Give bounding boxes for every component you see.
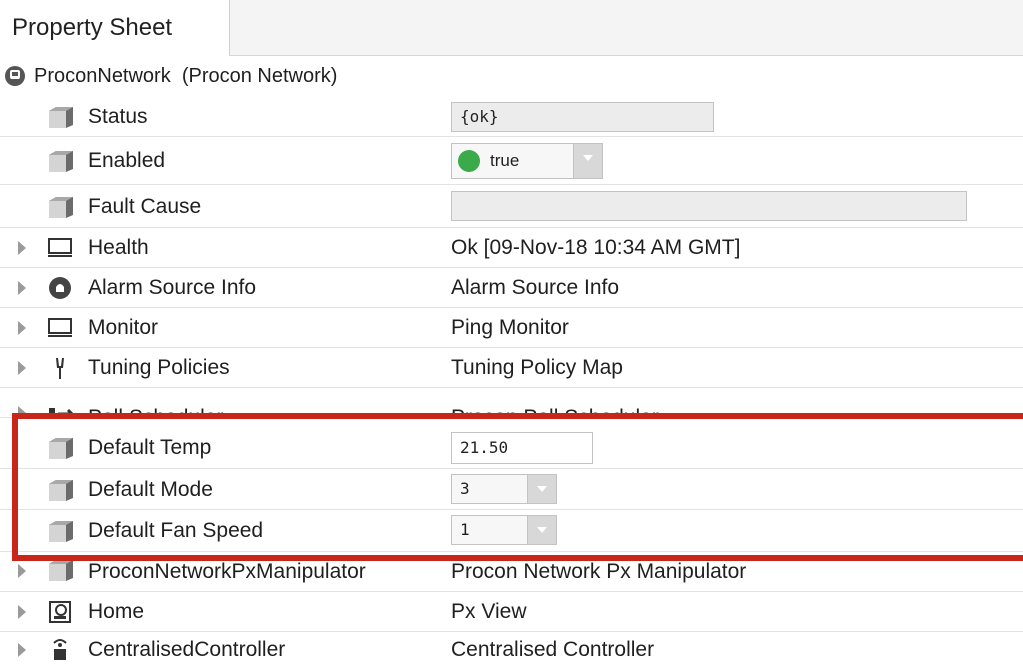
default-fan-speed-select[interactable]: 1 bbox=[451, 515, 557, 545]
enabled-select-value: true bbox=[490, 151, 520, 170]
controller-icon bbox=[53, 639, 67, 660]
tab-property-sheet[interactable]: Property Sheet bbox=[0, 0, 230, 56]
property-label: Status bbox=[88, 105, 148, 128]
property-row-monitor[interactable]: Monitor Ping Monitor bbox=[0, 308, 1023, 348]
property-label: Enabled bbox=[88, 149, 166, 172]
property-row-default-fan-speed: Default Fan Speed 1 bbox=[0, 510, 1023, 552]
property-label: ProconNetworkPxManipulator bbox=[88, 560, 366, 583]
property-label: Monitor bbox=[88, 316, 159, 339]
monitor-icon bbox=[48, 238, 72, 257]
property-label: Default Fan Speed bbox=[88, 519, 264, 542]
chevron-down-icon[interactable] bbox=[527, 516, 556, 544]
property-value: Tuning Policy Map bbox=[451, 356, 623, 379]
tree-root-row[interactable]: ProconNetwork (Procon Network) bbox=[0, 57, 1023, 95]
property-row-status: Status {ok} bbox=[0, 97, 1023, 137]
expand-arrow-icon[interactable] bbox=[18, 406, 26, 417]
property-row-health[interactable]: Health Ok [09-Nov-18 10:34 AM GMT] bbox=[0, 228, 1023, 268]
property-label: Alarm Source Info bbox=[88, 276, 257, 299]
enabled-select[interactable]: true bbox=[451, 143, 603, 179]
chevron-down-icon[interactable] bbox=[573, 144, 602, 178]
property-value: Procon Poll Scheduler bbox=[451, 406, 659, 418]
property-label: Default Temp bbox=[88, 436, 212, 459]
slot-cube-icon bbox=[49, 560, 73, 581]
property-label: Fault Cause bbox=[88, 195, 202, 218]
slot-cube-icon bbox=[49, 151, 73, 172]
wrench-icon bbox=[56, 358, 64, 379]
default-temp-input[interactable]: 21.50 bbox=[451, 432, 593, 464]
property-row-default-temp: Default Temp 21.50 bbox=[0, 426, 1023, 469]
property-value: Ok [09-Nov-18 10:34 AM GMT] bbox=[451, 236, 741, 259]
expand-arrow-icon[interactable] bbox=[18, 241, 26, 255]
property-label: Poll Scheduler bbox=[88, 406, 224, 418]
chevron-down-icon[interactable] bbox=[527, 475, 556, 503]
property-value: Px View bbox=[451, 600, 527, 623]
slot-cube-icon bbox=[49, 438, 73, 459]
status-green-dot bbox=[458, 150, 480, 172]
fault-cause-field bbox=[451, 191, 967, 221]
property-value: Procon Network Px Manipulator bbox=[451, 560, 747, 583]
property-label: Health bbox=[88, 236, 149, 259]
default-fan-speed-value: 1 bbox=[460, 520, 470, 539]
property-row-centralised-controller[interactable]: CentralisedController Centralised Contro… bbox=[0, 632, 1023, 667]
property-row-tuning-policies[interactable]: Tuning Policies Tuning Policy Map bbox=[0, 348, 1023, 388]
property-row-home[interactable]: Home Px View bbox=[0, 592, 1023, 632]
property-row-px-manipulator[interactable]: ProconNetworkPxManipulator Procon Networ… bbox=[0, 556, 1023, 592]
property-value: Alarm Source Info bbox=[451, 276, 620, 299]
property-row-enabled: Enabled true bbox=[0, 137, 1023, 185]
px-view-icon bbox=[49, 601, 71, 623]
status-field: {ok} bbox=[451, 102, 714, 132]
slot-cube-icon bbox=[49, 107, 73, 128]
property-value: Centralised Controller bbox=[451, 638, 655, 661]
slot-cube-icon bbox=[49, 521, 73, 542]
expand-arrow-icon[interactable] bbox=[18, 281, 26, 295]
scheduler-icon bbox=[49, 408, 76, 417]
property-label: CentralisedController bbox=[88, 638, 286, 661]
slot-cube-icon bbox=[49, 480, 73, 501]
property-value: Ping Monitor bbox=[451, 316, 569, 339]
property-row-poll-scheduler[interactable]: Poll Scheduler Procon Poll Scheduler bbox=[0, 388, 1023, 418]
expand-arrow-icon[interactable] bbox=[18, 605, 26, 619]
property-row-alarm-source-info[interactable]: Alarm Source Info Alarm Source Info bbox=[0, 268, 1023, 308]
slot-cube-icon bbox=[49, 197, 73, 218]
expand-arrow-icon[interactable] bbox=[18, 564, 26, 578]
property-row-fault-cause: Fault Cause bbox=[0, 185, 1023, 228]
expand-arrow-icon[interactable] bbox=[18, 643, 26, 657]
default-mode-value: 3 bbox=[460, 479, 470, 498]
default-mode-select[interactable]: 3 bbox=[451, 474, 557, 504]
alarm-icon bbox=[49, 277, 71, 299]
property-label: Tuning Policies bbox=[88, 356, 230, 379]
root-label: ProconNetwork (Procon Network) bbox=[34, 65, 338, 87]
tab-bar: Property Sheet bbox=[0, 0, 1023, 56]
network-icon bbox=[5, 66, 25, 86]
expand-arrow-icon[interactable] bbox=[18, 321, 26, 335]
property-label: Home bbox=[88, 600, 145, 623]
expand-arrow-icon[interactable] bbox=[18, 361, 26, 375]
property-label: Default Mode bbox=[88, 478, 213, 501]
property-row-default-mode: Default Mode 3 bbox=[0, 469, 1023, 510]
monitor-icon bbox=[48, 318, 72, 337]
